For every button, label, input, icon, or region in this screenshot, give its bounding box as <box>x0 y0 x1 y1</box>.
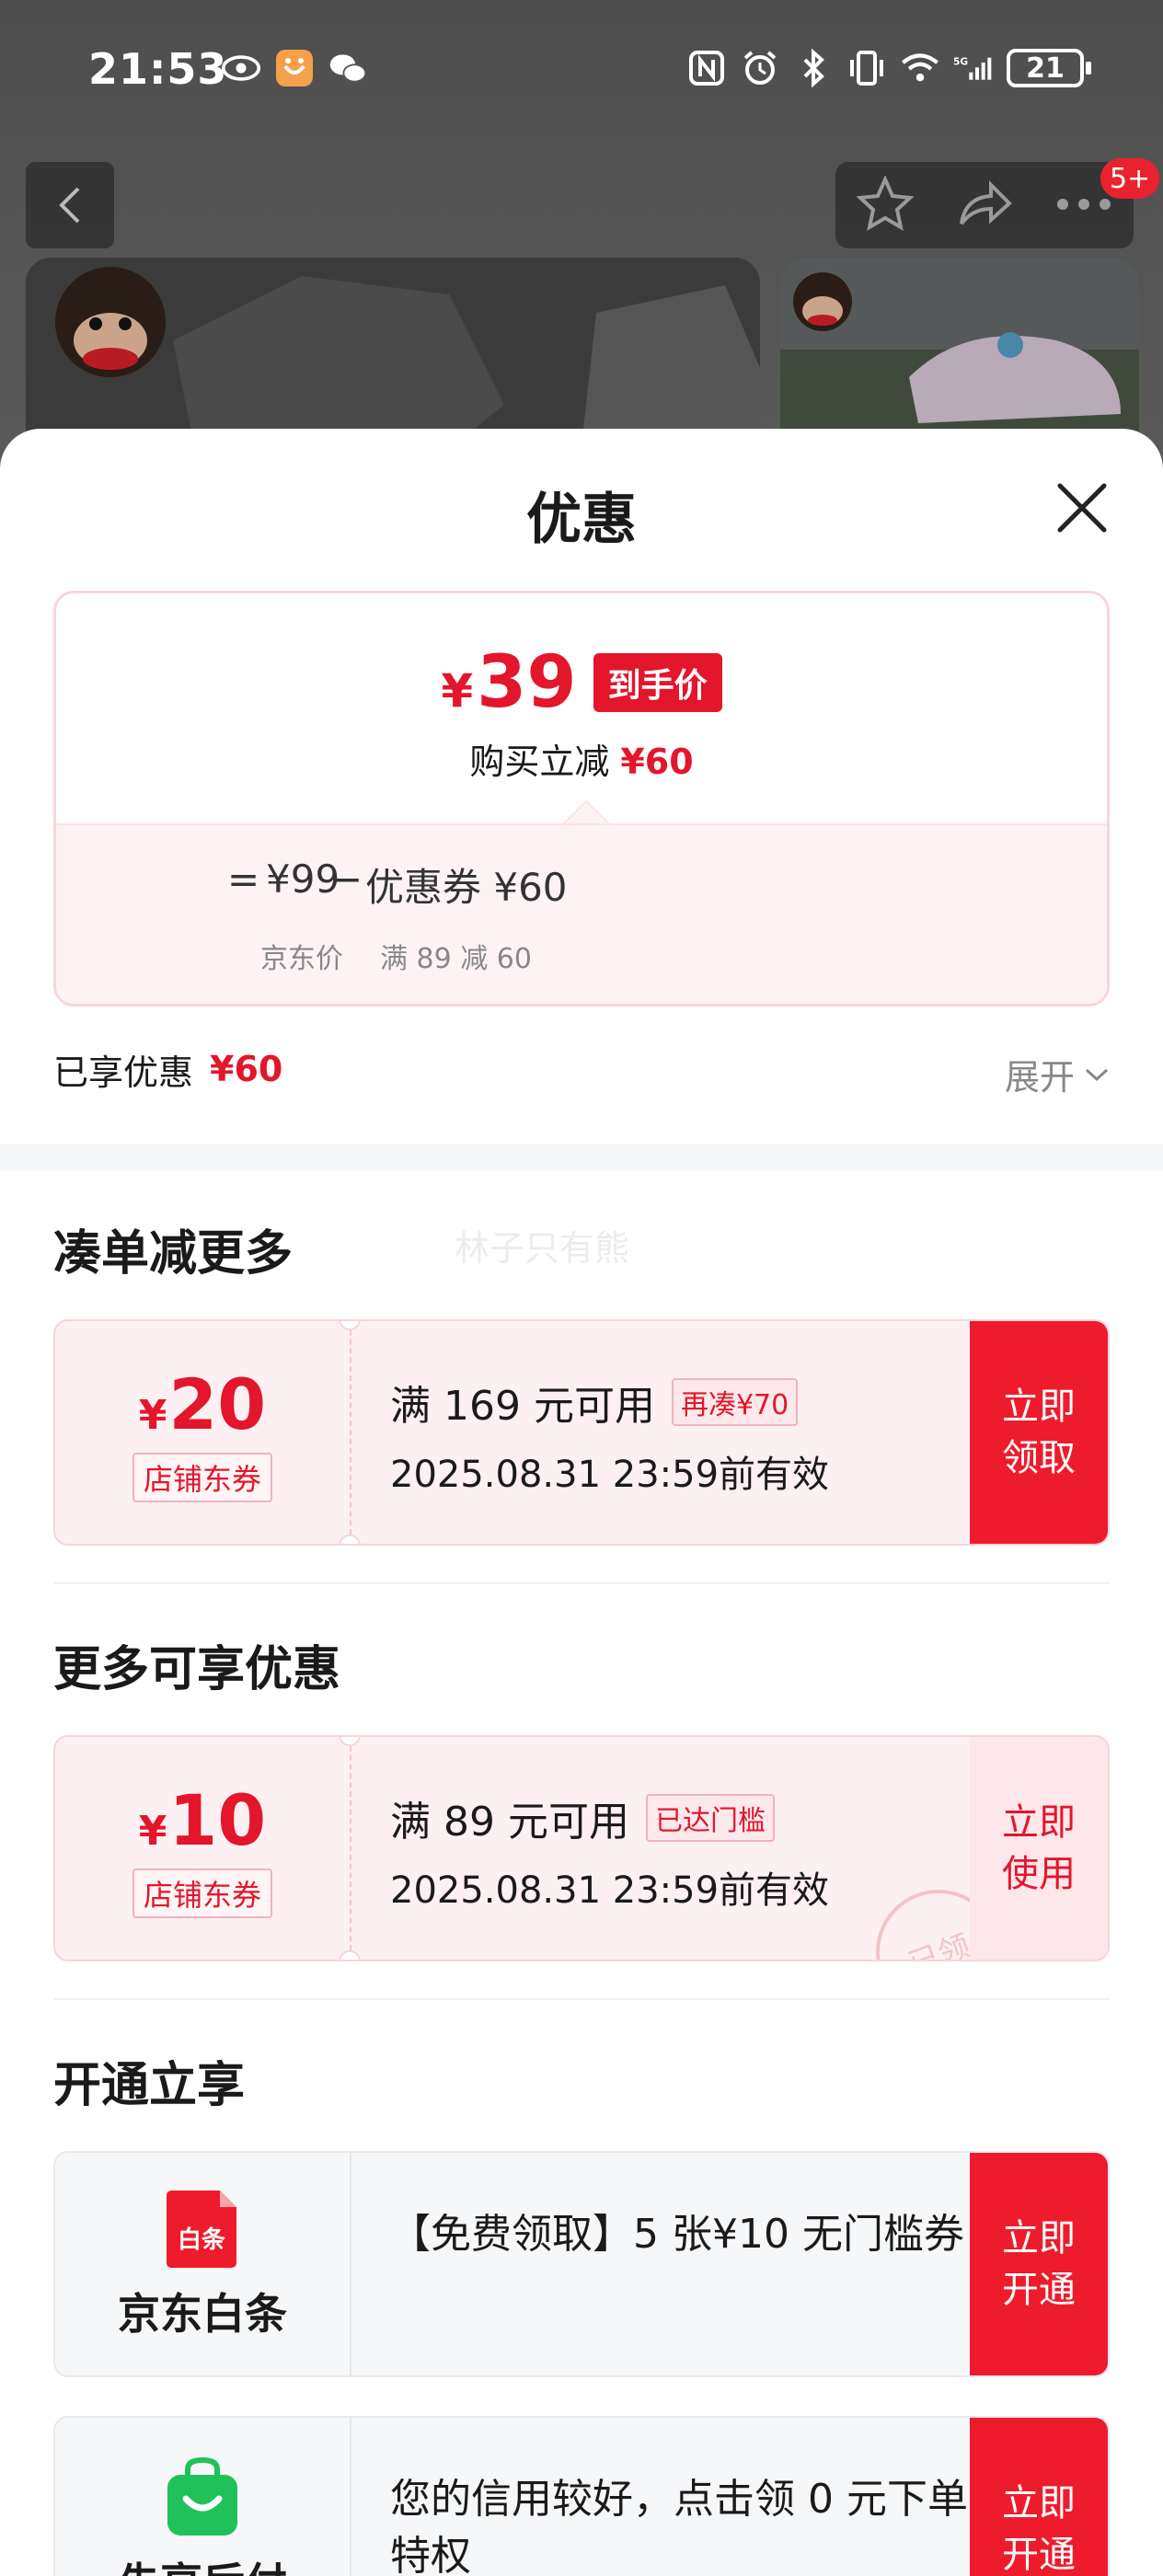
watermark: 林子只有熊 <box>455 1228 630 1269</box>
svg-text:白条: 白条 <box>178 2225 226 2254</box>
coupon-card-20: ¥ 20 店铺东券 满 169 元可用 再凑¥70 2025.08.31 23:… <box>53 1319 1110 1546</box>
coupon-card-10: ¥ 10 店铺东券 满 89 元可用 已达门槛 2025.08.31 23:59… <box>53 1735 1110 1961</box>
enjoyed-amount: ¥60 <box>210 1049 283 1089</box>
base-price: ¥99 <box>266 857 340 902</box>
bluetooth-icon <box>793 48 834 88</box>
favorite-button[interactable] <box>856 175 915 235</box>
service-description: 【免费领取】5 张¥10 无门槛券 <box>390 2211 964 2258</box>
coupon-condition: 满 89 元可用 <box>390 1799 629 1846</box>
coupon-condition: 满 169 元可用 <box>390 1383 655 1430</box>
status-time: 21:53 <box>88 44 228 94</box>
status-bar: 21:53 5G 21 <box>0 0 1163 147</box>
more-dots-icon <box>1057 198 1111 210</box>
status-left-icons <box>221 48 368 88</box>
enjoyed-discount-row: 已享优惠 ¥60 展开 <box>53 1041 1110 1099</box>
service-card-pay-later: 先享后付 您的信用较好，点击领 0 元下单特权 立即开通 <box>53 2416 1110 2576</box>
nfc-icon <box>686 48 727 88</box>
coupon-type-tag: 店铺东券 <box>132 1452 272 1502</box>
minus-sign: − <box>330 857 363 902</box>
service-name: 京东白条 <box>118 2289 287 2339</box>
price-breakdown-card: ¥ 39 到手价 购买立减 ¥60 = ¥99 − 优惠券 ¥60 京东价 满 8… <box>53 591 1110 1006</box>
app-notification-icon <box>274 48 315 88</box>
coupon-amount: 优惠券 ¥60 <box>365 865 568 910</box>
equals-sign: = <box>227 857 260 902</box>
wifi-icon <box>900 48 940 88</box>
back-button[interactable] <box>26 162 114 248</box>
coupon-threshold-tag: 已达门槛 <box>645 1794 775 1842</box>
wechat-icon <box>328 48 368 88</box>
discount-sheet: 优惠 ¥ 39 到手价 购买立减 ¥60 = ¥99 − 优惠券 ¥60 京东价… <box>0 429 1163 2576</box>
chevron-left-icon <box>59 187 80 224</box>
nav-actions <box>835 162 1134 248</box>
signal-5g-icon: 5G <box>953 48 994 88</box>
activate-baitiao-button[interactable]: 立即开通 <box>970 2153 1108 2375</box>
more-button[interactable] <box>1055 197 1112 214</box>
service-description: 您的信用较好，点击领 0 元下单特权 <box>390 2476 968 2576</box>
share-icon <box>960 180 1012 225</box>
activate-pay-later-button[interactable]: 立即开通 <box>970 2418 1108 2576</box>
coupon-amount: ¥ 10 <box>138 1778 267 1861</box>
coupon-amount: ¥ 20 <box>138 1363 267 1445</box>
price-formula: = ¥99 − 优惠券 ¥60 京东价 满 89 减 60 <box>56 823 1107 1004</box>
divider-line <box>53 1998 1110 2000</box>
eye-icon <box>221 48 261 88</box>
section-title-more-available: 更多可享优惠 <box>53 1642 341 1697</box>
coupon-validity: 2025.08.31 23:59前有效 <box>390 1869 830 1912</box>
use-coupon-button[interactable]: 立即使用 <box>970 1737 1108 1960</box>
base-price-label: 京东价 <box>260 943 343 975</box>
shopping-bag-icon <box>167 2456 237 2536</box>
coupon-gap-tag: 再凑¥70 <box>671 1378 799 1426</box>
final-price-tag: 到手价 <box>593 653 722 712</box>
final-price: ¥ 39 <box>441 641 577 724</box>
instant-reduction: 购买立减 ¥60 <box>469 742 694 782</box>
coupon-rule: 满 89 减 60 <box>380 943 532 975</box>
service-name: 先享后付 <box>118 2550 287 2576</box>
chevron-down-icon <box>1085 1068 1109 1081</box>
service-card-baitiao: 白条 京东白条 【免费领取】5 张¥10 无门槛券 立即开通 <box>53 2151 1110 2377</box>
section-title-more-combo: 凑单减更多 <box>53 1226 294 1282</box>
status-right-icons: 5G 21 <box>686 48 1091 88</box>
coupon-type-tag: 店铺东券 <box>132 1868 272 1918</box>
share-button[interactable] <box>956 178 1013 233</box>
star-icon <box>856 175 915 232</box>
svg-text:5G: 5G <box>953 56 968 68</box>
divider-line <box>53 1582 1110 1584</box>
section-title-open-enjoy: 开通立享 <box>53 2058 246 2113</box>
sheet-title: 优惠 <box>526 488 637 552</box>
claim-coupon-button[interactable]: 立即领取 <box>970 1321 1108 1544</box>
section-divider <box>0 1144 1163 1170</box>
coupon-validity: 2025.08.31 23:59前有效 <box>390 1454 830 1496</box>
vibrate-icon <box>846 48 887 88</box>
battery-indicator: 21 <box>1007 49 1091 87</box>
price-summary: ¥ 39 到手价 购买立减 ¥60 <box>56 593 1107 823</box>
alarm-icon <box>740 48 780 88</box>
jd-baitiao-icon: 白条 <box>167 2191 236 2268</box>
message-badge: 5+ <box>1100 158 1160 199</box>
close-button[interactable] <box>1049 475 1115 541</box>
expand-button[interactable]: 展开 <box>1005 1049 1110 1099</box>
close-icon <box>1057 483 1107 533</box>
